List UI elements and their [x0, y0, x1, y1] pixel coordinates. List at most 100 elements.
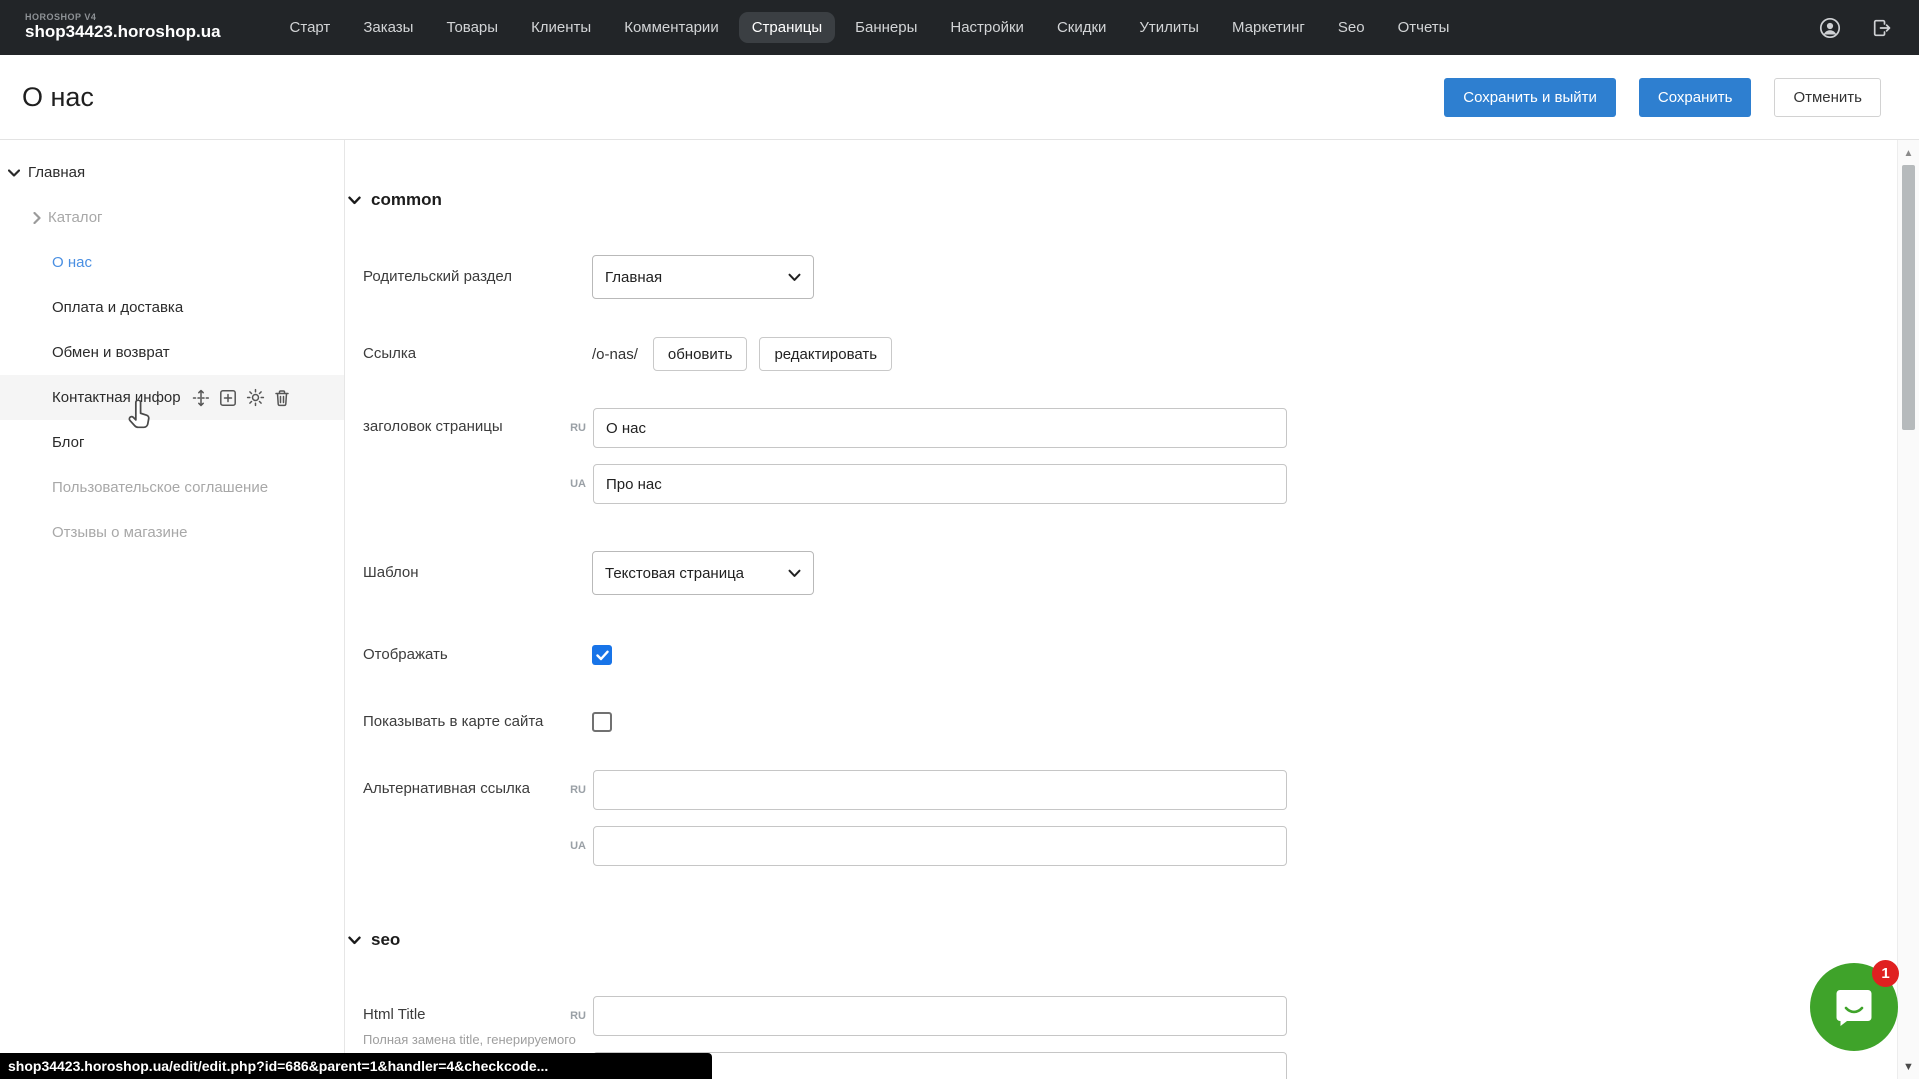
nav-item-orders[interactable]: Заказы: [350, 12, 426, 43]
section-title: seo: [371, 930, 400, 950]
vertical-scrollbar: ▲ ▼: [1897, 140, 1919, 1079]
logout-icon[interactable]: [1871, 17, 1893, 39]
sidebar-item-katalog[interactable]: Каталог: [0, 195, 344, 240]
sidebar-item-label: Отзывы о магазине: [52, 524, 187, 541]
sidebar-item-blog[interactable]: Блог: [0, 420, 344, 465]
page-title-ru-input[interactable]: [593, 408, 1287, 448]
field-label: Шаблон: [363, 564, 592, 582]
parent-section-select[interactable]: Главная: [592, 255, 814, 299]
nav-item-start[interactable]: Старт: [277, 12, 344, 43]
html-title-ru-input[interactable]: [593, 996, 1287, 1036]
parent-section-row: Родительский раздел Главная: [363, 255, 1897, 299]
sidebar-item-label: Блог: [52, 434, 84, 451]
chevron-down-icon: [348, 196, 361, 205]
trash-icon[interactable]: [274, 389, 290, 407]
sidebar-item-o-nas[interactable]: О нас: [0, 240, 344, 285]
page-title-row: заголовок страницы RU UA: [363, 408, 1897, 504]
field-label: заголовок страницы: [363, 408, 556, 436]
top-navbar: HOROSHOP V4 shop34423.horoshop.ua Старт …: [0, 0, 1919, 55]
lang-tag-ru: RU: [556, 1010, 586, 1022]
display-checkbox[interactable]: [592, 645, 612, 665]
nav-item-comments[interactable]: Комментарии: [611, 12, 731, 43]
display-row: Отображать: [363, 645, 1897, 665]
page-header: О нас Сохранить и выйти Сохранить Отмени…: [0, 55, 1919, 140]
alt-link-ru-input[interactable]: [593, 770, 1287, 810]
nav-item-banners[interactable]: Баннеры: [842, 12, 930, 43]
chat-bubble-icon: [1831, 984, 1877, 1030]
scroll-down-icon[interactable]: ▼: [1898, 1061, 1919, 1073]
nav-item-discounts[interactable]: Скидки: [1044, 12, 1119, 43]
chevron-down-icon: [788, 273, 801, 282]
link-row: Ссылка /o-nas/ обновить редактировать: [363, 337, 1897, 371]
nav-item-seo[interactable]: Seo: [1325, 12, 1378, 43]
scroll-up-icon[interactable]: ▲: [1898, 148, 1919, 159]
check-icon: [596, 650, 609, 661]
sidebar-item-glavnaya[interactable]: Главная: [0, 150, 344, 195]
save-and-exit-button[interactable]: Сохранить и выйти: [1444, 78, 1616, 117]
chat-widget-button[interactable]: 1: [1810, 963, 1898, 1051]
account-icon[interactable]: [1819, 17, 1841, 39]
sidebar-item-label: Пользовательское соглашение: [52, 479, 268, 496]
nav-item-reports[interactable]: Отчеты: [1385, 12, 1463, 43]
section-seo-toggle[interactable]: seo: [348, 928, 1897, 952]
sidebar-item-label: Главная: [28, 164, 85, 181]
brand-domain: shop34423.horoshop.ua: [25, 23, 221, 42]
sidebar-item-reviews[interactable]: Отзывы о магазине: [0, 510, 344, 555]
move-icon[interactable]: [192, 389, 210, 407]
lang-tag-ua: UA: [556, 840, 586, 852]
field-label: Показывать в карте сайта: [363, 713, 592, 731]
alt-link-ua-input[interactable]: [593, 826, 1287, 866]
field-label: Отображать: [363, 646, 592, 664]
sitemap-checkbox[interactable]: [592, 712, 612, 732]
sidebar-item-label: О нас: [52, 254, 92, 271]
field-hint: Полная замена title, генерируемого: [363, 1031, 556, 1049]
chevron-down-icon: [348, 936, 361, 945]
pages-tree-sidebar: Главная Каталог О нас Оплата и доставка …: [0, 140, 345, 1079]
sidebar-item-label: Оплата и доставка: [52, 299, 183, 316]
page-title-ua-input[interactable]: [593, 464, 1287, 504]
nav-item-marketing[interactable]: Маркетинг: [1219, 12, 1318, 43]
sidebar-item-kontaktnaya[interactable]: Контактная инфор: [0, 375, 344, 420]
sidebar-item-agreement[interactable]: Пользовательское соглашение: [0, 465, 344, 510]
nav-item-clients[interactable]: Клиенты: [518, 12, 604, 43]
sitemap-row: Показывать в карте сайта: [363, 712, 1897, 732]
nav-item-products[interactable]: Товары: [433, 12, 511, 43]
refresh-link-button[interactable]: обновить: [653, 337, 748, 371]
select-value: Текстовая страница: [605, 565, 744, 582]
statusbar-text: shop34423.horoshop.ua/edit/edit.php?id=6…: [8, 1058, 548, 1074]
scrollbar-thumb[interactable]: [1902, 165, 1915, 430]
sidebar-item-label: Каталог: [48, 209, 103, 226]
template-row: Шаблон Текстовая страница: [363, 551, 1897, 595]
nav-item-pages[interactable]: Страницы: [739, 12, 835, 43]
template-select[interactable]: Текстовая страница: [592, 551, 814, 595]
brand-logo[interactable]: HOROSHOP V4 shop34423.horoshop.ua: [25, 13, 221, 42]
lang-tag-ru: RU: [556, 784, 586, 796]
sidebar-item-oplata[interactable]: Оплата и доставка: [0, 285, 344, 330]
chevron-down-icon: [8, 169, 20, 177]
alt-link-row: Альтернативная ссылка RU UA: [363, 770, 1897, 866]
field-label: Html Title: [363, 1006, 556, 1024]
sidebar-item-label: Контактная инфор: [52, 389, 181, 406]
edit-link-button[interactable]: редактировать: [759, 337, 892, 371]
chevron-down-icon: [788, 569, 801, 578]
select-value: Главная: [605, 269, 662, 286]
section-common-toggle[interactable]: common: [348, 188, 1897, 212]
field-label: Альтернативная ссылка: [363, 770, 556, 798]
field-label: Родительский раздел: [363, 268, 592, 286]
sidebar-item-obmen[interactable]: Обмен и возврат: [0, 330, 344, 375]
save-button[interactable]: Сохранить: [1639, 78, 1752, 117]
edit-form-panel: common Родительский раздел Главная Ссылк…: [346, 140, 1897, 1079]
page-title: О нас: [22, 82, 94, 113]
nav-item-utilities[interactable]: Утилиты: [1126, 12, 1212, 43]
nav-item-settings[interactable]: Настройки: [937, 12, 1037, 43]
gear-icon[interactable]: [246, 388, 265, 407]
link-path: /o-nas/: [592, 346, 638, 363]
field-label: Ссылка: [363, 345, 592, 363]
add-icon[interactable]: [219, 389, 237, 407]
sidebar-item-label: Обмен и возврат: [52, 344, 170, 361]
cancel-button[interactable]: Отменить: [1774, 78, 1881, 117]
chevron-right-icon: [33, 212, 41, 224]
lang-tag-ua: UA: [556, 478, 586, 490]
section-title: common: [371, 190, 442, 210]
chat-unread-badge: 1: [1872, 960, 1899, 987]
